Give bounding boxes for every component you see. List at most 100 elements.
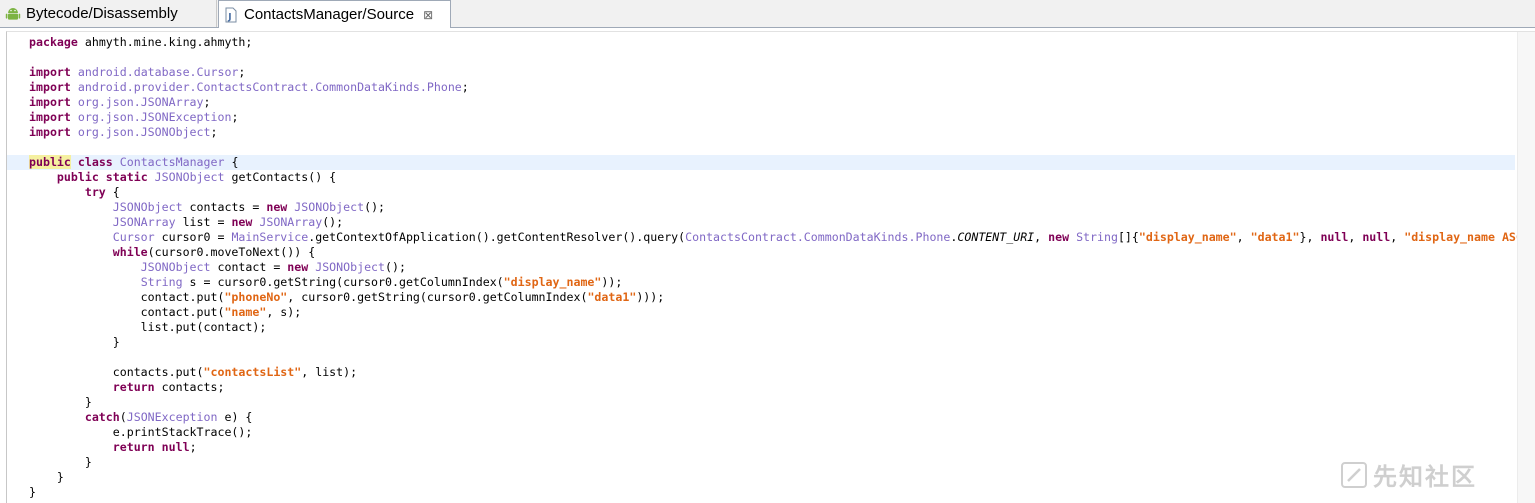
editor-tab-bar: Bytecode/Disassembly J ContactsManager/S… [0,0,1535,28]
code-token: class [77,155,113,169]
code-token: null [1362,230,1391,244]
code-line: } [29,395,1530,410]
code-token: String [140,275,183,289]
code-token: JSONObject [140,260,211,274]
code-token: ; [189,440,197,454]
code-line: public static JSONObject getContacts() { [29,170,1530,185]
code-line: Cursor cursor0 = MainService.getContextO… [29,230,1530,245]
code-token: try [84,185,106,199]
code-line: package ahmyth.mine.king.ahmyth; [29,35,1530,50]
code-line: contact.put("name", s); [29,305,1530,320]
code-token: } [29,395,92,409]
code-token: import [29,110,71,124]
code-token: , [1348,230,1363,244]
tab-label: Bytecode/Disassembly [26,5,178,22]
code-token: (); [385,260,406,274]
code-line: } [29,335,1530,350]
code-token: } [29,485,36,499]
code-line: e.printStackTrace(); [29,425,1530,440]
code-line: while(cursor0.moveToNext()) { [29,245,1530,260]
tab-bytecode-disassembly[interactable]: Bytecode/Disassembly [0,0,217,27]
code-token: []{ [1117,230,1139,244]
code-token: , [1236,230,1251,244]
code-token: { [105,185,120,199]
tab-contactsmanager-source[interactable]: J ContactsManager/Source ⊠ [218,0,451,28]
code-line: import org.json.JSONObject; [29,125,1530,140]
code-token: ( [119,410,127,424]
code-token: "display_name" [1138,230,1237,244]
code-token: contacts = [182,200,267,214]
code-token: JSONObject [112,200,183,214]
code-token: Cursor [112,230,155,244]
code-token: MainService [231,230,309,244]
code-token: "phoneNo" [224,290,288,304]
code-line: JSONObject contacts = new JSONObject(); [29,200,1530,215]
code-token: "data1" [1250,230,1300,244]
code-token: e.printStackTrace(); [29,425,253,439]
code-token: contact = [210,260,288,274]
code-line: contact.put("phoneNo", cursor0.getString… [29,290,1530,305]
code-line: contacts.put("contactsList", list); [29,365,1530,380]
android-icon [5,6,21,22]
code-line: } [29,455,1530,470]
code-token: (); [364,200,386,214]
watermark-text: 先知社区 [1373,463,1477,491]
code-line: list.put(contact); [29,320,1530,335]
code-token: } [29,470,64,484]
code-token: contact.put( [29,305,225,319]
code-token: "data1" [587,290,637,304]
code-token: s = cursor0.getString(cursor0.getColumnI… [182,275,504,289]
vertical-scrollbar[interactable] [1517,32,1535,503]
code-token: , s); [266,305,302,319]
code-token: , list); [301,365,358,379]
code-token: .getContextOfApplication().getContentRes… [308,230,686,244]
code-line: String s = cursor0.getString(cursor0.get… [29,275,1530,290]
code-token: , [1390,230,1405,244]
code-token: e) { [217,410,253,424]
code-token: (cursor0.moveToNext()) { [147,245,316,259]
code-token: ))); [636,290,665,304]
code-token: ; [238,65,246,79]
code-token: android.provider.ContactsContract.Common… [77,80,462,94]
code-token: contacts; [154,380,225,394]
code-line: import android.database.Cursor; [29,65,1530,80]
code-token: org.json.JSONArray [77,95,204,109]
code-token: contacts.put( [29,365,204,379]
code-token: JSONObject [315,260,386,274]
tab-label: ContactsManager/Source [244,6,415,23]
code-line: JSONArray list = new JSONArray(); [29,215,1530,230]
code-token: list = [175,215,232,229]
code-token: ; [210,125,218,139]
code-token: import [29,125,71,139]
code-content[interactable]: package ahmyth.mine.king.ahmyth; import … [29,35,1530,500]
code-token: public [56,170,99,184]
code-token: JSONArray [112,215,176,229]
code-line: catch(JSONException e) { [29,410,1530,425]
close-icon[interactable]: ⊠ [422,8,434,22]
code-token: package [29,35,78,49]
code-token: new [287,260,309,274]
svg-text:J: J [227,12,231,22]
code-token: ; [231,110,239,124]
code-token: org.json.JSONException [77,110,232,124]
code-token: list.put(contact); [29,320,267,334]
code-token: ahmyth.mine.king.ahmyth; [77,35,253,49]
code-token: ; [461,80,469,94]
code-token: JSONObject [294,200,365,214]
code-token: }, [1299,230,1321,244]
source-code-editor[interactable]: package ahmyth.mine.king.ahmyth; import … [6,31,1535,503]
code-token: )); [601,275,623,289]
watermark-logo-icon [1341,461,1367,488]
code-token: ; [203,95,211,109]
